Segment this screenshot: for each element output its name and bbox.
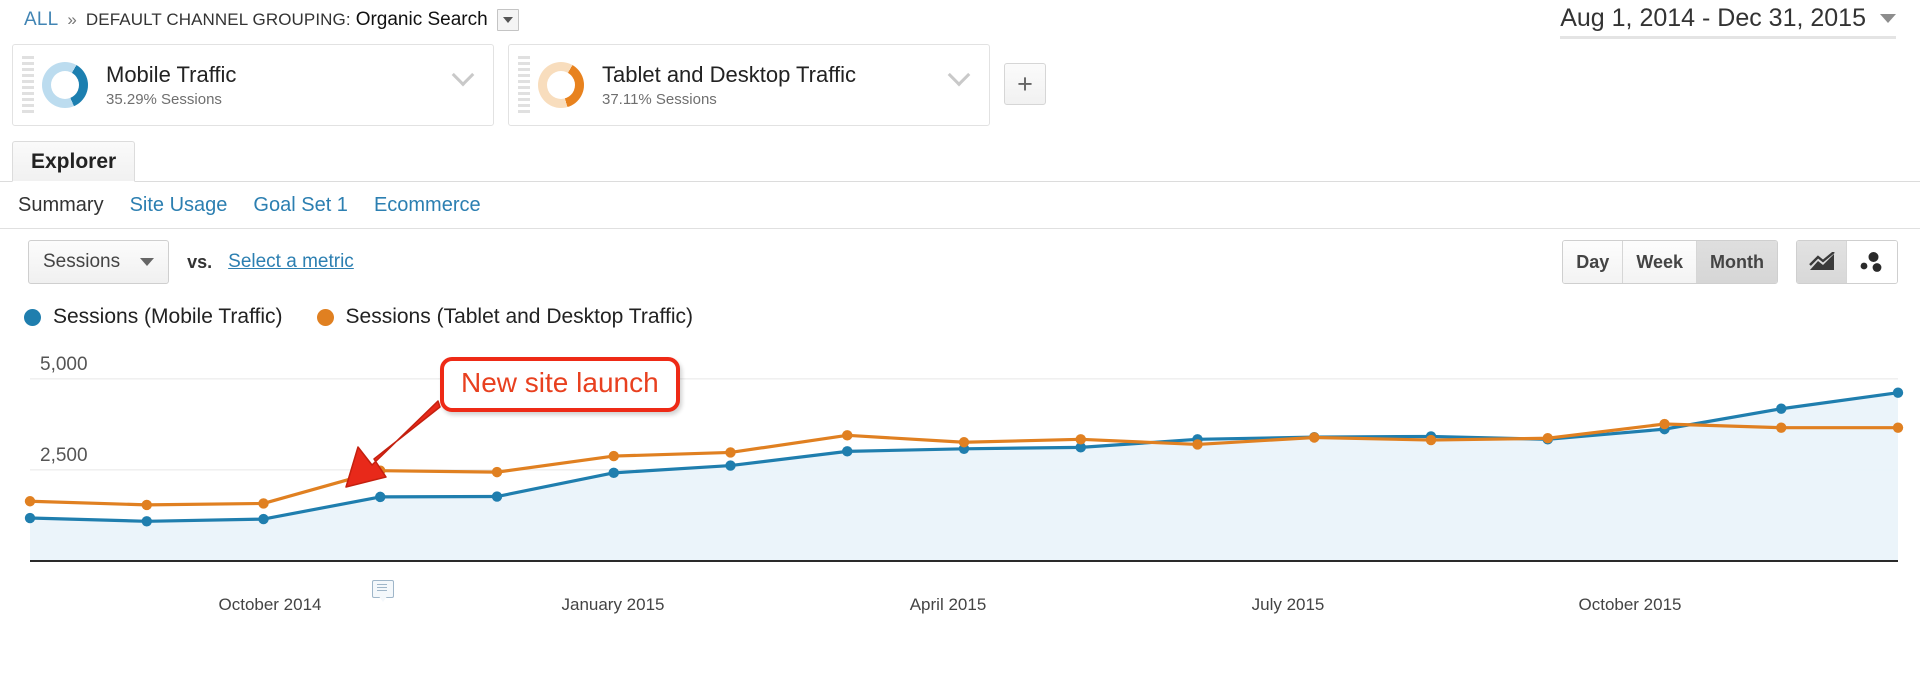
top-breadcrumb-bar: ALL » DEFAULT CHANNEL GROUPING: Organic … [0,0,1920,40]
legend-color-swatch [24,308,41,326]
drag-handle-icon[interactable] [518,56,530,114]
metric-toolbar: Sessions vs. Select a metric Day Week Mo… [0,229,1920,295]
annotation-text: New site launch [461,367,659,398]
drag-handle-icon[interactable] [22,56,34,114]
x-tick-label: January 2015 [561,595,665,614]
y-tick-label: 2,500 [40,445,88,466]
segment-stat: 37.11% Sessions [602,91,717,109]
date-range-label: Aug 1, 2014 - Dec 31, 2015 [1560,4,1866,32]
subnav-item-goal-set-1[interactable]: Goal Set 1 [253,194,348,217]
chart-type-group [1796,240,1898,284]
segment-donut-chart [538,62,584,108]
caret-down-icon[interactable] [496,9,519,31]
vs-label: vs. [187,251,213,272]
subnav-item-site-usage[interactable]: Site Usage [130,194,228,217]
segment-cards-row: Mobile Traffic 35.29% Sessions Tablet an… [0,40,1920,126]
primary-metric-label: Sessions [43,251,121,272]
breadcrumb-separator: » [67,10,77,29]
segment-name: Mobile Traffic [106,61,237,87]
x-tick-label: July 2015 [1251,595,1325,614]
granularity-month-button[interactable]: Month [1697,241,1777,283]
granularity-week-button[interactable]: Week [1623,241,1698,283]
breadcrumb-dimension-label: DEFAULT CHANNEL GROUPING: [85,10,351,29]
annotation-callout: New site launch [440,357,680,412]
segment-card-mobile-traffic[interactable]: Mobile Traffic 35.29% Sessions [12,44,494,126]
date-range-selector[interactable]: Aug 1, 2014 - Dec 31, 2015 [1560,4,1896,39]
subnav-item-ecommerce[interactable]: Ecommerce [374,194,481,217]
chevron-down-icon[interactable] [949,67,971,79]
caret-down-icon [1880,14,1896,23]
legend-color-swatch [316,308,334,326]
tab-strip: Explorer [0,140,1920,182]
breadcrumb-all-link[interactable]: ALL [24,9,58,31]
chart-controls: Day Week Month [1562,240,1898,284]
legend-label: Sessions (Tablet and Desktop Traffic) [345,305,693,328]
chart-x-axis: October 2014 January 2015 April 2015 Jul… [0,580,1920,629]
select-a-metric-link[interactable]: Select a metric [228,251,354,273]
arrow-pointer-icon [345,400,441,488]
sub-navigation: Summary Site Usage Goal Set 1 Ecommerce [0,182,1920,229]
annotation-marker-icon[interactable] [372,580,394,602]
breadcrumb-dimension-value: Organic Search [355,9,488,30]
x-tick-label: April 2015 [909,595,987,614]
chart-canvas: 2,500 5,000 [24,354,1904,562]
legend-item-mobile-traffic[interactable]: Sessions (Mobile Traffic) [24,305,283,329]
legend-item-tablet-desktop-traffic[interactable]: Sessions (Tablet and Desktop Traffic) [316,305,693,329]
legend-label: Sessions (Mobile Traffic) [53,305,283,328]
granularity-day-button[interactable]: Day [1563,241,1624,283]
chevron-down-icon[interactable] [453,67,475,79]
segment-card-tablet-desktop-traffic[interactable]: Tablet and Desktop Traffic 37.11% Sessio… [508,44,990,126]
tab-explorer[interactable]: Explorer [12,141,136,182]
chart-legend: Sessions (Mobile Traffic) Sessions (Tabl… [0,295,1920,339]
x-tick-label: October 2014 [218,595,322,614]
motion-chart-icon[interactable] [1847,241,1897,283]
line-chart-icon[interactable] [1797,241,1847,283]
sessions-line-chart[interactable]: 2,500 5,000 New site launch [0,339,1920,589]
caret-down-icon [140,258,155,266]
segment-donut-chart [42,62,88,108]
x-tick-label: October 2015 [1578,595,1682,614]
primary-metric-dropdown[interactable]: Sessions [28,240,170,284]
subnav-item-summary[interactable]: Summary [18,194,104,217]
segment-stat: 35.29% Sessions [106,91,222,109]
granularity-toggle-group: Day Week Month [1562,240,1778,284]
y-tick-label: 5,000 [40,354,88,375]
segment-name: Tablet and Desktop Traffic [602,61,856,87]
add-segment-button[interactable]: + [1004,63,1046,105]
